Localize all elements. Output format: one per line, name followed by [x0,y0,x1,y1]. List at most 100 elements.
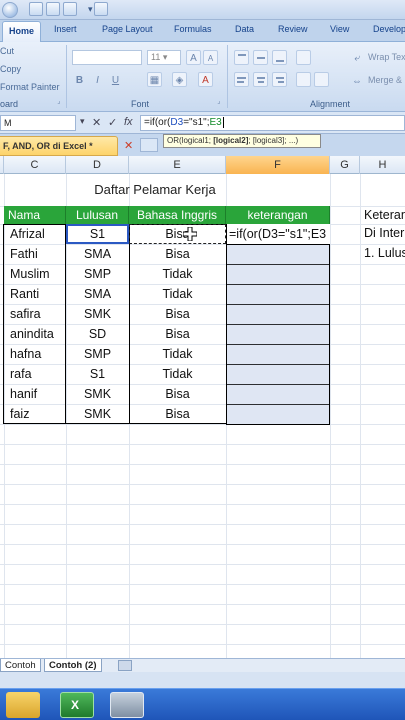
column-header-g[interactable]: G [330,156,360,174]
sheet-tab-contoh-2[interactable]: Contoh (2) [44,659,102,672]
cell-nama[interactable]: faiz [4,404,66,424]
cell-bahasa[interactable]: Bisa [129,324,226,344]
underline-icon[interactable]: U [108,72,123,87]
cell-lulusan[interactable]: SMA [66,284,129,304]
align-left-icon[interactable] [234,72,249,87]
merge-center-button[interactable]: Merge & [368,75,402,85]
info-line[interactable]: Keteran [364,208,405,222]
shrink-font-icon[interactable]: A [203,50,218,65]
wrap-text-icon[interactable]: ⤶ [350,50,364,65]
tab-page-layout[interactable]: Page Layout [102,24,153,34]
info-line[interactable]: 1. Lulus [364,246,405,260]
tab-review[interactable]: Review [278,24,308,34]
column-header-f[interactable]: F [226,156,330,174]
enter-icon[interactable]: ✓ [108,116,117,129]
cell-lulusan[interactable]: S1 [66,364,129,384]
cell-nama[interactable]: Ranti [4,284,66,304]
sheet-title[interactable]: Daftar Pelamar Kerja [65,182,245,197]
cell-nama[interactable]: anindita [4,324,66,344]
keterangan-range[interactable] [226,244,330,425]
cell-nama[interactable]: Muslim [4,264,66,284]
header-nama[interactable]: Nama [4,206,66,224]
italic-icon[interactable]: I [90,72,105,87]
excel-icon[interactable]: X [60,692,94,718]
cell-bahasa[interactable]: Bisa [129,404,226,424]
header-keterangan[interactable]: keterangan [226,206,330,224]
header-bahasa-inggris[interactable]: Bahasa Inggris [129,206,226,224]
cancel-icon[interactable]: ✕ [92,116,101,129]
sheet-tab-contoh[interactable]: Contoh [0,659,41,672]
copy-button[interactable]: Copy [0,64,21,74]
undo-icon[interactable] [46,2,60,16]
folder-icon[interactable] [6,692,40,718]
font-launcher-icon[interactable]: ⌟ [214,96,224,106]
cell-lulusan[interactable]: SMP [66,264,129,284]
tab-data[interactable]: Data [235,24,254,34]
increase-indent-icon[interactable] [314,72,329,87]
clipboard-launcher-icon[interactable]: ⌟ [54,96,64,106]
merge-center-icon[interactable]: ⇔ [350,73,364,88]
insert-sheet-icon[interactable] [118,660,132,671]
cell-bahasa[interactable]: Bisa [129,304,226,324]
column-header-h[interactable]: H [360,156,405,174]
cell-nama[interactable]: hafna [4,344,66,364]
cell-lulusan[interactable]: SMK [66,404,129,424]
cell-nama[interactable]: hanif [4,384,66,404]
borders-icon[interactable]: ▦ [147,72,162,87]
wrap-text-button[interactable]: Wrap Tex [368,52,405,62]
cell-nama[interactable]: rafa [4,364,66,384]
name-box[interactable]: M [0,115,76,131]
column-header-e[interactable]: E [129,156,226,174]
customize-qat-icon[interactable]: ▾ [88,4,93,15]
cell-bahasa[interactable]: Tidak [129,344,226,364]
formula-input[interactable]: =if(or(D3="s1";E3 [140,115,405,131]
font-name-select[interactable] [72,50,142,65]
active-cell-f3[interactable]: =if(or(D3="s1";E3 [227,224,330,244]
cell-nama[interactable]: Afrizal [4,224,66,244]
save-icon[interactable] [29,2,43,16]
font-color-icon[interactable]: A [198,72,213,87]
info-line[interactable]: Di Inter [364,226,404,240]
insert-function-icon[interactable]: fx [124,116,133,128]
tab-developer[interactable]: Develop [373,24,405,34]
tab-view[interactable]: View [330,24,349,34]
cell-bahasa[interactable]: Tidak [129,364,226,384]
other-document-tab[interactable] [140,138,158,152]
cell-bahasa[interactable]: Tidak [129,264,226,284]
fill-color-icon[interactable]: ◈ [172,72,187,87]
cell-nama[interactable]: Fathi [4,244,66,264]
cell-lulusan[interactable]: SMK [66,384,129,404]
format-painter-button[interactable]: Format Painter [0,82,60,92]
header-lulusan[interactable]: Lulusan [66,206,129,224]
name-box-dropdown-icon[interactable]: ▾ [80,116,85,127]
grow-font-icon[interactable]: A [186,50,201,65]
font-size-select[interactable]: 11 ▾ [147,50,181,65]
align-center-icon[interactable] [253,72,268,87]
column-header-c[interactable]: C [4,156,66,174]
close-document-icon[interactable]: ✕ [124,139,133,152]
decrease-indent-icon[interactable] [296,72,311,87]
redo-icon[interactable] [63,2,77,16]
cut-button[interactable]: Cut [0,46,14,56]
print-preview-icon[interactable] [94,2,108,16]
orientation-icon[interactable] [296,50,311,65]
align-right-icon[interactable] [272,72,287,87]
cell-lulusan[interactable]: SMP [66,344,129,364]
cell-bahasa[interactable]: Bisa [129,384,226,404]
tab-home[interactable]: Home [2,21,42,42]
cell-bahasa[interactable]: Bisa [129,244,226,264]
cell-bahasa[interactable]: Tidak [129,284,226,304]
document-tab[interactable]: F, AND, OR di Excel * [0,136,118,156]
bold-icon[interactable]: B [72,72,87,87]
tab-formulas[interactable]: Formulas [174,24,212,34]
cell-lulusan[interactable]: SMK [66,304,129,324]
cell-nama[interactable]: safira [4,304,66,324]
screen-recorder-icon[interactable] [110,692,144,718]
worksheet-grid[interactable]: Daftar Pelamar Kerja Nama Lulusan Bahasa… [0,174,405,658]
tab-insert[interactable]: Insert [54,24,77,34]
office-button[interactable] [2,2,18,18]
align-bottom-icon[interactable] [272,50,287,65]
column-header-d[interactable]: D [66,156,129,174]
cell-lulusan[interactable]: SMA [66,244,129,264]
align-top-icon[interactable] [234,50,249,65]
